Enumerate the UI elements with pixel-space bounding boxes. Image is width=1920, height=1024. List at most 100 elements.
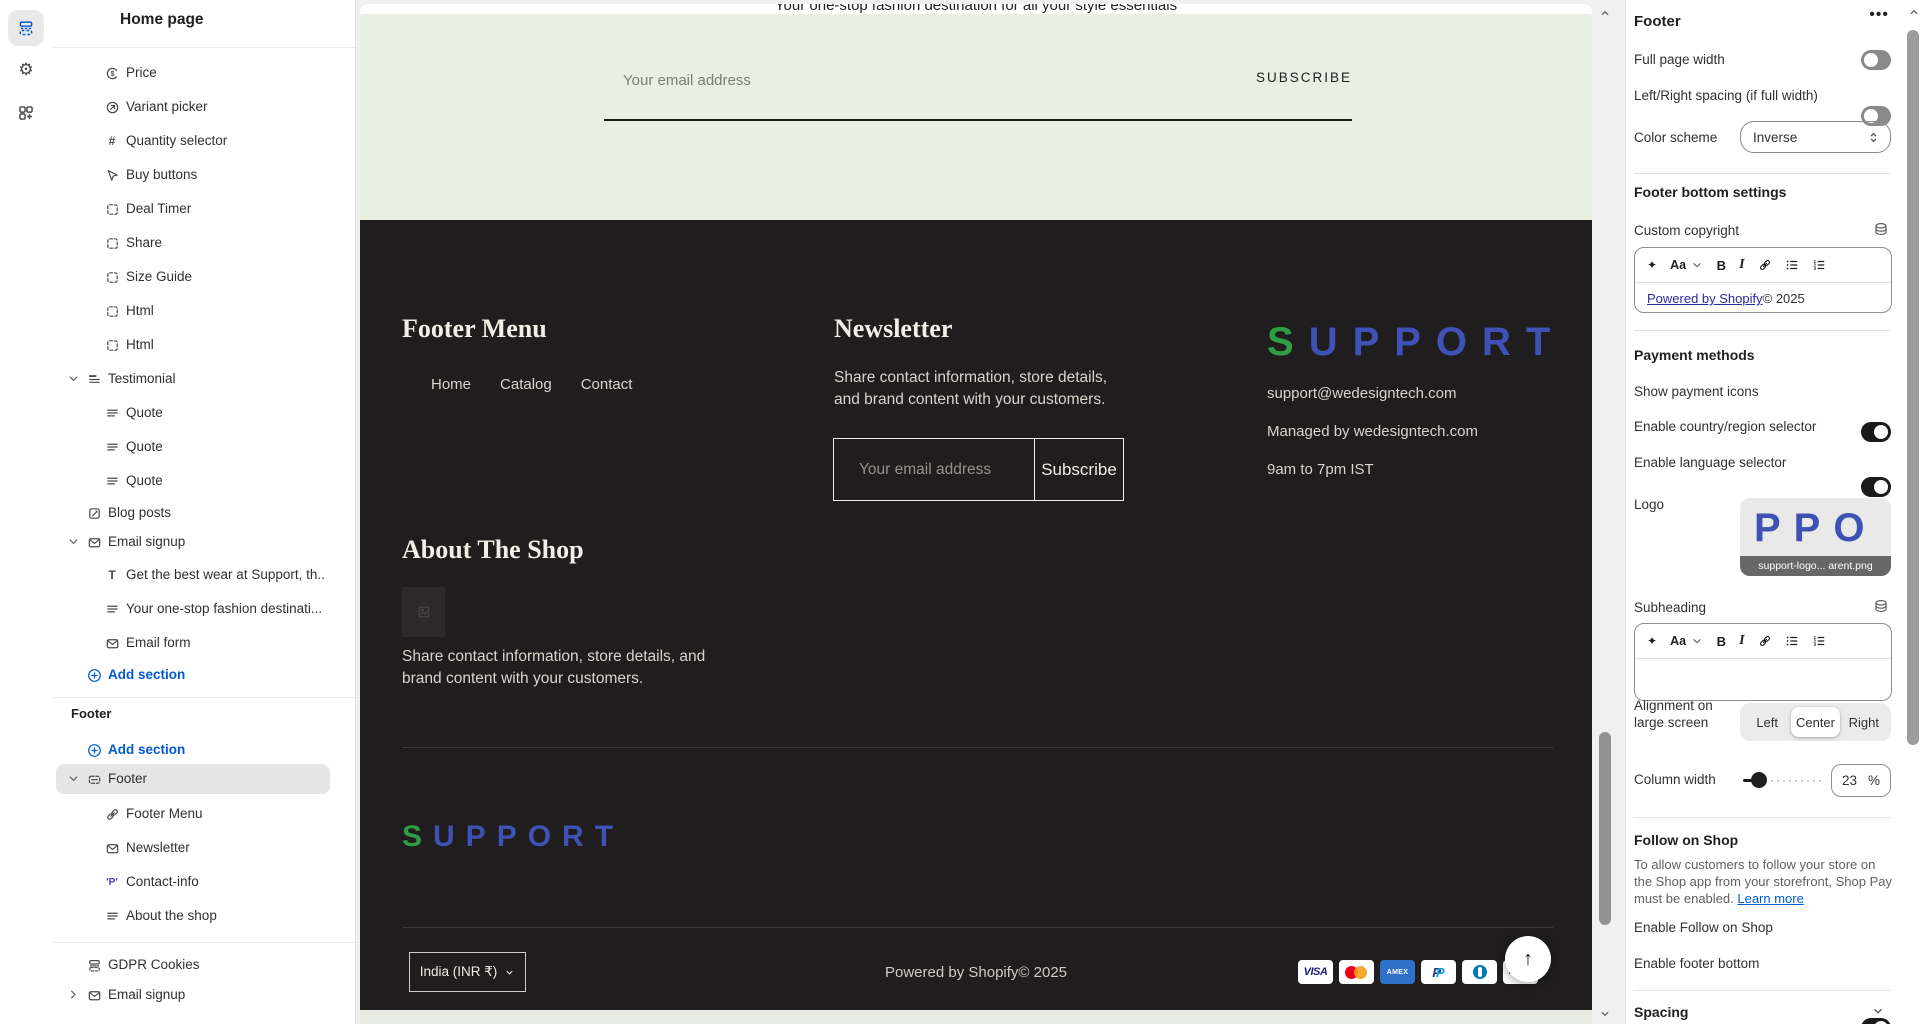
- text-style-icon[interactable]: Aa: [1670, 634, 1704, 649]
- item-label: Email signup: [108, 534, 185, 549]
- item-label: Testimonial: [108, 371, 176, 386]
- lines-icon: [104, 405, 120, 421]
- sidebar-item-email-signup[interactable]: Email signup: [52, 980, 348, 1010]
- envelope-icon: [104, 635, 120, 651]
- alignment-left-button[interactable]: Left: [1743, 707, 1791, 737]
- logo-thumb-letters: PPO: [1754, 506, 1877, 551]
- spacing-heading: Spacing: [1634, 1004, 1688, 1020]
- sidebar-item-quote[interactable]: Quote: [52, 398, 348, 428]
- magic-icon[interactable]: ✦: [1647, 258, 1657, 272]
- scroll-to-top-button[interactable]: ↑: [1505, 936, 1551, 982]
- chevron-down-icon[interactable]: [66, 771, 81, 786]
- sidebar-item-deal-timer[interactable]: Deal Timer: [52, 194, 348, 224]
- column-width-field[interactable]: 23 %: [1831, 764, 1891, 797]
- footer-link-contact[interactable]: Contact: [581, 376, 633, 393]
- full-page-width-toggle[interactable]: [1861, 50, 1891, 70]
- column-width-slider[interactable]: [1743, 772, 1823, 788]
- variant-icon: [104, 99, 120, 115]
- dynamic-source-icon[interactable]: [1873, 598, 1889, 619]
- item-label: Quote: [126, 473, 163, 488]
- item-label: Quote: [126, 439, 163, 454]
- italic-icon[interactable]: I: [1739, 633, 1744, 649]
- bullet-list-icon[interactable]: [1785, 258, 1799, 272]
- numbered-list-icon[interactable]: 123: [1812, 258, 1826, 272]
- sidebar-item-footer-menu[interactable]: Footer Menu: [52, 799, 348, 829]
- footer-link-catalog[interactable]: Catalog: [500, 376, 552, 393]
- dynamic-source-icon[interactable]: [1873, 221, 1889, 242]
- alignment-center-button[interactable]: Center: [1791, 707, 1839, 737]
- italic-icon[interactable]: I: [1739, 257, 1744, 273]
- sidebar-item-price[interactable]: $Price: [52, 58, 348, 88]
- full-page-width-label: Full page width: [1634, 52, 1725, 67]
- item-label: GDPR Cookies: [108, 957, 200, 972]
- chevron-down-icon[interactable]: [66, 534, 81, 549]
- custom-copyright-content[interactable]: Powered by Shopify© 2025: [1635, 283, 1891, 314]
- sidebar-item-variant-picker[interactable]: Variant picker: [52, 92, 348, 122]
- item-label: Contact-info: [126, 874, 199, 889]
- theme-settings-button[interactable]: ⚙: [17, 61, 35, 79]
- sidebar-item-html[interactable]: Html: [52, 330, 348, 360]
- sidebar-item-contact-info[interactable]: 'P'Contact-info: [52, 867, 348, 897]
- sidebar-item-quote[interactable]: Quote: [52, 466, 348, 496]
- about-title: About The Shop: [402, 535, 584, 565]
- copyright-link[interactable]: Powered by Shopify: [1647, 291, 1763, 306]
- sidebar-item-about-the-shop[interactable]: About the shop: [52, 901, 348, 931]
- sidebar-item-email-form[interactable]: Email form: [52, 628, 348, 658]
- alignment-label: Alignment on: [1634, 698, 1713, 713]
- subheading-content[interactable]: [1635, 659, 1891, 675]
- logo-thumbnail[interactable]: PPO support-logo... arent.png: [1740, 498, 1891, 576]
- broken-image-placeholder: [402, 587, 445, 637]
- newsletter-email-input[interactable]: Your email address: [834, 439, 1034, 500]
- signup-subscribe-button[interactable]: SUBSCRIBE: [360, 70, 1352, 85]
- sidebar-item-buy-buttons[interactable]: Buy buttons: [52, 160, 348, 190]
- sidebar-item-email-signup[interactable]: Email signup: [52, 527, 348, 557]
- sidebar-item-quantity-selector[interactable]: #Quantity selector: [52, 126, 348, 156]
- slider-knob[interactable]: [1751, 772, 1767, 788]
- sidebar-item-quote[interactable]: Quote: [52, 432, 348, 462]
- apps-button[interactable]: [17, 106, 35, 124]
- sidebar-item-gdpr-cookies[interactable]: GDPR Cookies: [52, 950, 348, 980]
- sidebar: Home page $PriceVariant picker#Quantity …: [52, 0, 356, 1024]
- bullet-list-icon[interactable]: [1785, 634, 1799, 648]
- preview-scroll-down-icon[interactable]: [1598, 1007, 1612, 1021]
- sidebar-item-footer[interactable]: Footer: [52, 764, 348, 794]
- learn-more-link[interactable]: Learn more: [1737, 891, 1803, 906]
- footer-link-home[interactable]: Home: [431, 376, 471, 393]
- link-icon[interactable]: [1758, 258, 1772, 272]
- sidebar-item-size-guide[interactable]: Size Guide: [52, 262, 348, 292]
- sidebar-item-get-the-best-wear-at-support-t[interactable]: TGet the best wear at Support, th...: [52, 560, 348, 590]
- sidebar-item-html[interactable]: Html: [52, 296, 348, 326]
- testimonial-icon: [86, 371, 102, 387]
- numbered-list-icon[interactable]: 123: [1812, 634, 1826, 648]
- sections-nav-button[interactable]: [8, 10, 44, 46]
- newsletter-title: Newsletter: [834, 314, 952, 344]
- collapse-chevron-icon[interactable]: [1871, 1004, 1885, 1023]
- panel-scrollbar-thumb[interactable]: [1907, 30, 1919, 745]
- chevron-down-icon[interactable]: [66, 371, 81, 386]
- preview-scroll-up-icon[interactable]: [1598, 6, 1612, 20]
- add-section-button[interactable]: Add section: [52, 660, 348, 690]
- add-section-button[interactable]: Add section: [52, 735, 348, 765]
- newsletter-subscribe-button[interactable]: Subscribe: [1034, 439, 1123, 500]
- bold-icon[interactable]: B: [1717, 258, 1726, 273]
- divider: [1634, 173, 1891, 174]
- panel-scroll-up-icon[interactable]: [1907, 5, 1920, 19]
- magic-icon[interactable]: ✦: [1647, 634, 1657, 648]
- chevron-right-icon[interactable]: [66, 987, 81, 1002]
- sidebar-item-newsletter[interactable]: Newsletter: [52, 833, 348, 863]
- sidebar-item-share[interactable]: Share: [52, 228, 348, 258]
- sidebar-item-your-one-stop-fashion-destinat[interactable]: Your one-stop fashion destinati...: [52, 594, 348, 624]
- sidebar-item-blog-posts[interactable]: Blog posts: [52, 498, 348, 528]
- link-icon[interactable]: [1758, 634, 1772, 648]
- text-style-icon[interactable]: Aa: [1670, 258, 1704, 273]
- subheading-editor: ✦ Aa BI 123: [1634, 623, 1892, 701]
- bold-icon[interactable]: B: [1717, 634, 1726, 649]
- preview-scrollbar-thumb[interactable]: [1599, 732, 1611, 925]
- dashed-icon: [104, 269, 120, 285]
- color-scheme-select[interactable]: Inverse: [1740, 121, 1891, 153]
- country-selector-toggle[interactable]: [1861, 477, 1891, 497]
- sidebar-item-testimonial[interactable]: Testimonial: [52, 364, 348, 394]
- more-options-button[interactable]: •••: [1869, 6, 1889, 24]
- alignment-right-button[interactable]: Right: [1840, 707, 1888, 737]
- show-payment-icons-toggle[interactable]: [1861, 422, 1891, 442]
